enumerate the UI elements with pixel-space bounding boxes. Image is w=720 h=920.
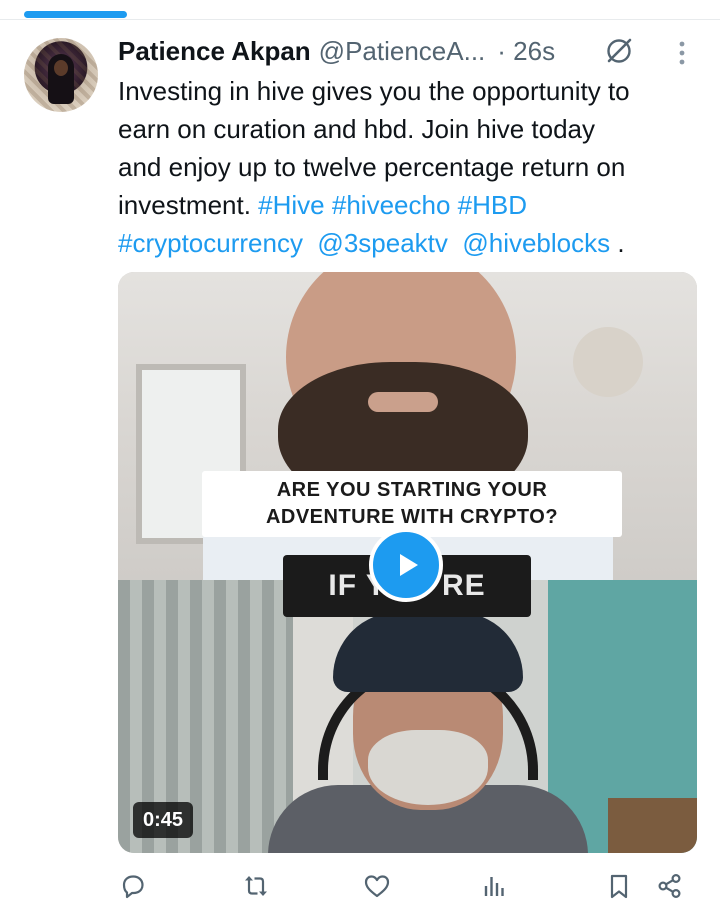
guest-cap: [333, 612, 523, 692]
hashtag-hbd[interactable]: #HBD: [458, 190, 527, 220]
tweet-line: investment. #Hive #hiveecho #HBD: [118, 186, 708, 224]
caption-line: ADVENTURE WITH CRYPTO?: [265, 506, 559, 528]
tweet-line: Investing in hive gives you the opportun…: [118, 76, 630, 106]
grok-icon[interactable]: [604, 36, 634, 66]
tweet-line-text: investment.: [118, 190, 259, 220]
heart-icon: [364, 875, 390, 898]
share-icon: [658, 873, 681, 899]
background-bookshelf: [608, 798, 697, 853]
analytics-icon: [484, 877, 504, 896]
video-player[interactable]: ARE YOU STARTING YOUR ADVENTURE WITH CRY…: [118, 272, 697, 853]
hashtag-hive[interactable]: #Hive: [258, 190, 324, 220]
views-button[interactable]: [478, 870, 510, 902]
video-caption: ARE YOU STARTING YOUR ADVENTURE WITH CRY…: [202, 471, 622, 537]
trailing-period: .: [617, 228, 625, 258]
bookmark-button[interactable]: [603, 870, 635, 902]
tweet-header: Patience Akpan @PatienceA... · 26s: [118, 34, 555, 68]
speaker-mouth: [368, 392, 438, 412]
video-duration: 0:45: [133, 802, 194, 838]
bookmark-icon: [610, 874, 628, 899]
background-lamp: [573, 327, 643, 397]
tweet-line: earn on curation and hbd. Join hive toda…: [118, 114, 596, 144]
tweet-text: Investing in hive gives you the opportun…: [118, 72, 708, 262]
share-button[interactable]: [654, 870, 686, 902]
video-progress-fill: [24, 11, 127, 18]
user-handle[interactable]: @PatienceA...: [319, 36, 486, 67]
caption-line: ARE YOU STARTING YOUR: [276, 479, 548, 501]
tweet-line: and enjoy up to twelve percentage return…: [118, 152, 626, 182]
more-vertical-icon[interactable]: [668, 38, 696, 68]
reply-button[interactable]: [117, 870, 149, 902]
hashtag-hiveecho[interactable]: #hiveecho: [332, 190, 451, 220]
avatar[interactable]: [24, 38, 98, 112]
hashtag-cryptocurrency[interactable]: #cryptocurrency: [118, 228, 303, 258]
like-button[interactable]: [361, 870, 393, 902]
mention-hiveblocks[interactable]: @hiveblocks: [462, 228, 610, 258]
repost-icon: [245, 876, 267, 896]
timestamp[interactable]: · 26s: [497, 36, 555, 67]
repost-button[interactable]: [240, 870, 272, 902]
reply-icon: [122, 875, 144, 899]
tweet-line: #cryptocurrency @3speaktv @hiveblocks .: [118, 224, 708, 262]
avatar-face: [54, 60, 68, 76]
play-button[interactable]: [369, 528, 443, 602]
play-icon: [400, 554, 418, 576]
display-name[interactable]: Patience Akpan: [118, 36, 311, 67]
video-frame-bottom: [118, 580, 697, 853]
video-progress-track: [0, 0, 720, 20]
mention-3speaktv[interactable]: @3speaktv: [317, 228, 447, 258]
